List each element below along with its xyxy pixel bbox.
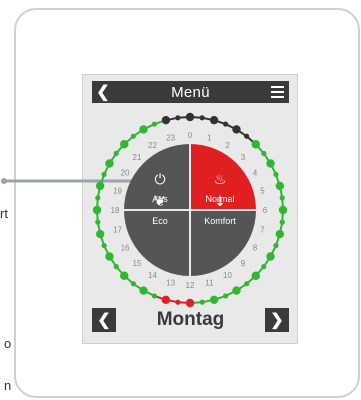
hour-label: 0	[188, 131, 193, 140]
time-slot-dot[interactable]	[244, 281, 250, 287]
prev-day-button[interactable]: ❮	[92, 308, 116, 332]
time-slot-dot[interactable]	[222, 293, 229, 299]
time-slot-dot[interactable]	[266, 159, 275, 168]
hour-label: 22	[148, 141, 157, 150]
time-slot-dot[interactable]	[222, 121, 229, 127]
time-slot-dot[interactable]	[232, 286, 241, 295]
hour-label: 5	[260, 187, 265, 196]
mode-label: Komfort	[204, 216, 236, 226]
hour-label: 8	[253, 244, 258, 253]
time-slot-dot[interactable]	[130, 133, 136, 139]
hour-label: 17	[113, 225, 122, 234]
hour-label: 12	[186, 281, 195, 290]
cut-label-3: n	[4, 378, 12, 393]
time-slot-dot[interactable]	[279, 219, 285, 225]
hour-label: 21	[133, 153, 142, 162]
time-slot-dot[interactable]	[113, 150, 119, 156]
cut-label-1: rt	[0, 206, 8, 221]
time-slot-dot[interactable]	[105, 159, 114, 168]
time-slot-dot[interactable]	[161, 115, 171, 125]
day-label: Montag	[156, 309, 225, 330]
mode-selector: ⏻Aus♨Normal❦Eco↓Komfort	[124, 144, 256, 276]
hour-label: 10	[223, 271, 232, 280]
hour-label: 15	[133, 259, 142, 268]
hour-label: 7	[260, 225, 265, 234]
time-slot-dot[interactable]	[175, 115, 181, 121]
leaf-icon: ❦	[154, 194, 166, 210]
time-slot-dot[interactable]	[95, 229, 105, 239]
time-slot-dot[interactable]	[209, 295, 219, 305]
time-slot-dot[interactable]	[101, 171, 107, 178]
time-slot-dot[interactable]	[273, 242, 279, 249]
time-slot-dot[interactable]	[139, 286, 148, 295]
footer-bar: ❮ Montag ❯	[92, 305, 289, 335]
time-slot-dot[interactable]	[275, 229, 285, 239]
hour-label: 1	[207, 134, 212, 143]
time-slot-dot[interactable]	[275, 181, 285, 191]
next-day-button[interactable]: ❯	[264, 308, 289, 332]
time-slot-dot[interactable]	[199, 115, 205, 121]
hour-label: 23	[166, 134, 175, 143]
time-slot-dot[interactable]	[120, 140, 129, 149]
hour-label: 20	[121, 169, 130, 178]
hour-label: 3	[241, 153, 246, 162]
time-slot-dot[interactable]	[151, 121, 158, 127]
time-slot-dot[interactable]	[251, 140, 260, 149]
hour-label: 19	[113, 187, 122, 196]
time-slot-dot[interactable]	[92, 205, 102, 215]
hour-label: 9	[241, 259, 246, 268]
flame-icon: ♨	[214, 172, 227, 188]
time-slot-dot[interactable]	[101, 242, 107, 249]
time-slot-dot[interactable]	[185, 112, 195, 122]
hour-label: 14	[148, 271, 157, 280]
time-slot-dot[interactable]	[266, 252, 275, 261]
time-slot-dot[interactable]	[261, 150, 267, 156]
time-slot-dot[interactable]	[120, 271, 129, 280]
time-slot-dot[interactable]	[161, 295, 171, 305]
time-slot-dot[interactable]	[113, 264, 119, 270]
hour-label: 16	[121, 244, 130, 253]
time-slot-dot[interactable]	[95, 219, 101, 225]
mode-label: Eco	[152, 216, 168, 226]
time-slot-dot[interactable]	[151, 293, 158, 299]
time-slot-dot[interactable]	[244, 133, 250, 139]
chevron-right-icon: ❯	[270, 312, 284, 329]
time-slot-dot[interactable]	[105, 252, 114, 261]
callout-dot	[1, 178, 7, 184]
time-slot-dot[interactable]	[273, 171, 279, 178]
time-slot-dot[interactable]	[251, 271, 260, 280]
time-slot-dot[interactable]	[209, 115, 219, 125]
chevron-left-icon: ❮	[97, 312, 111, 329]
time-slot-dot[interactable]	[95, 181, 105, 191]
hour-label: 18	[111, 206, 120, 215]
hour-label: 13	[166, 278, 175, 287]
time-slot-dot[interactable]	[278, 205, 288, 215]
time-slot-dot[interactable]	[261, 264, 267, 270]
hour-label: 11	[205, 278, 214, 287]
time-slot-dot[interactable]	[279, 195, 285, 201]
thermometer-icon: ↓	[214, 194, 226, 210]
power-icon: ⏻	[154, 172, 165, 188]
time-slot-dot[interactable]	[130, 281, 136, 287]
time-slot-dot[interactable]	[232, 125, 241, 134]
time-slot-dot[interactable]	[95, 195, 101, 201]
hour-label: 4	[253, 169, 258, 178]
schedule-dial[interactable]: 0 1234567891011121314151617181920212223 ⏻…	[0, 0, 361, 400]
time-slot-dot[interactable]	[139, 125, 148, 134]
hour-label: 2	[225, 141, 230, 150]
cut-label-2: o	[4, 336, 12, 351]
hour-label: 6	[263, 206, 268, 215]
